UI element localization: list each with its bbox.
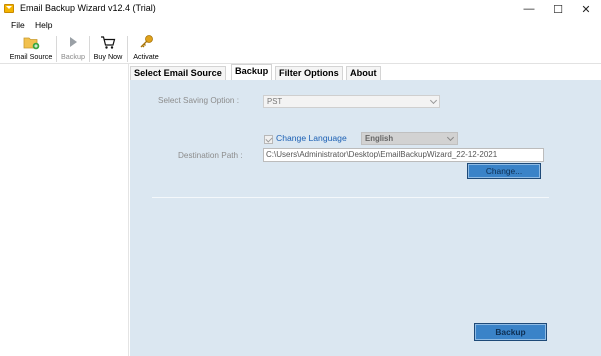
language-select[interactable]: English xyxy=(361,132,458,145)
backup-tool-label: Backup xyxy=(61,52,85,61)
maximize-button[interactable]: ☐ xyxy=(543,0,573,18)
title-bar: Email Backup Wizard v12.4 (Trial) — ☐ ✕ xyxy=(0,0,601,18)
backup-panel: Select Saving Option : PST Change Langua… xyxy=(130,80,601,356)
buy-now-button[interactable]: Buy Now xyxy=(92,34,124,64)
activate-label: Activate xyxy=(133,52,159,61)
chevron-down-icon xyxy=(429,96,438,105)
backup-tool-button[interactable]: Backup xyxy=(60,34,86,64)
menu-file[interactable]: File xyxy=(11,20,25,30)
folder-add-icon xyxy=(21,34,41,50)
toolbar: Email Source Backup Buy Now Activate xyxy=(0,32,601,64)
email-source-label: Email Source xyxy=(9,52,53,61)
activate-button[interactable]: Activate xyxy=(130,34,162,64)
toolbar-separator xyxy=(127,36,128,62)
tab-select-email-source[interactable]: Select Email Source xyxy=(130,66,226,81)
play-icon xyxy=(63,34,83,50)
tab-backup[interactable]: Backup xyxy=(231,64,273,81)
saving-option-value: PST xyxy=(267,97,283,106)
email-source-button[interactable]: Email Source xyxy=(9,34,53,64)
saving-option-label: Select Saving Option : xyxy=(158,96,240,105)
toolbar-separator xyxy=(89,36,90,62)
left-panel xyxy=(0,64,129,356)
change-language-label: Change Language xyxy=(276,133,347,143)
minimize-button[interactable]: — xyxy=(514,0,544,18)
buy-now-label: Buy Now xyxy=(93,52,123,61)
toolbar-separator xyxy=(56,36,57,62)
section-divider xyxy=(152,197,549,198)
cart-icon xyxy=(98,34,118,50)
backup-button[interactable]: Backup xyxy=(474,323,547,341)
close-button[interactable]: ✕ xyxy=(571,0,601,18)
app-envelope-icon xyxy=(4,4,14,13)
window-title: Email Backup Wizard v12.4 (Trial) xyxy=(20,3,156,13)
change-language-checkbox[interactable] xyxy=(264,135,273,144)
chevron-down-icon xyxy=(446,133,455,142)
menu-bar: File Help xyxy=(0,18,601,32)
change-path-button[interactable]: Change... xyxy=(467,163,541,179)
saving-option-select[interactable]: PST xyxy=(263,95,440,108)
language-value: English xyxy=(365,134,394,143)
tab-filter-options[interactable]: Filter Options xyxy=(275,66,343,81)
destination-path-label: Destination Path : xyxy=(178,151,243,160)
menu-help[interactable]: Help xyxy=(35,20,52,30)
destination-path-input[interactable]: C:\Users\Administrator\Desktop\EmailBack… xyxy=(263,148,544,162)
key-icon xyxy=(136,34,156,50)
tab-about[interactable]: About xyxy=(346,66,381,81)
